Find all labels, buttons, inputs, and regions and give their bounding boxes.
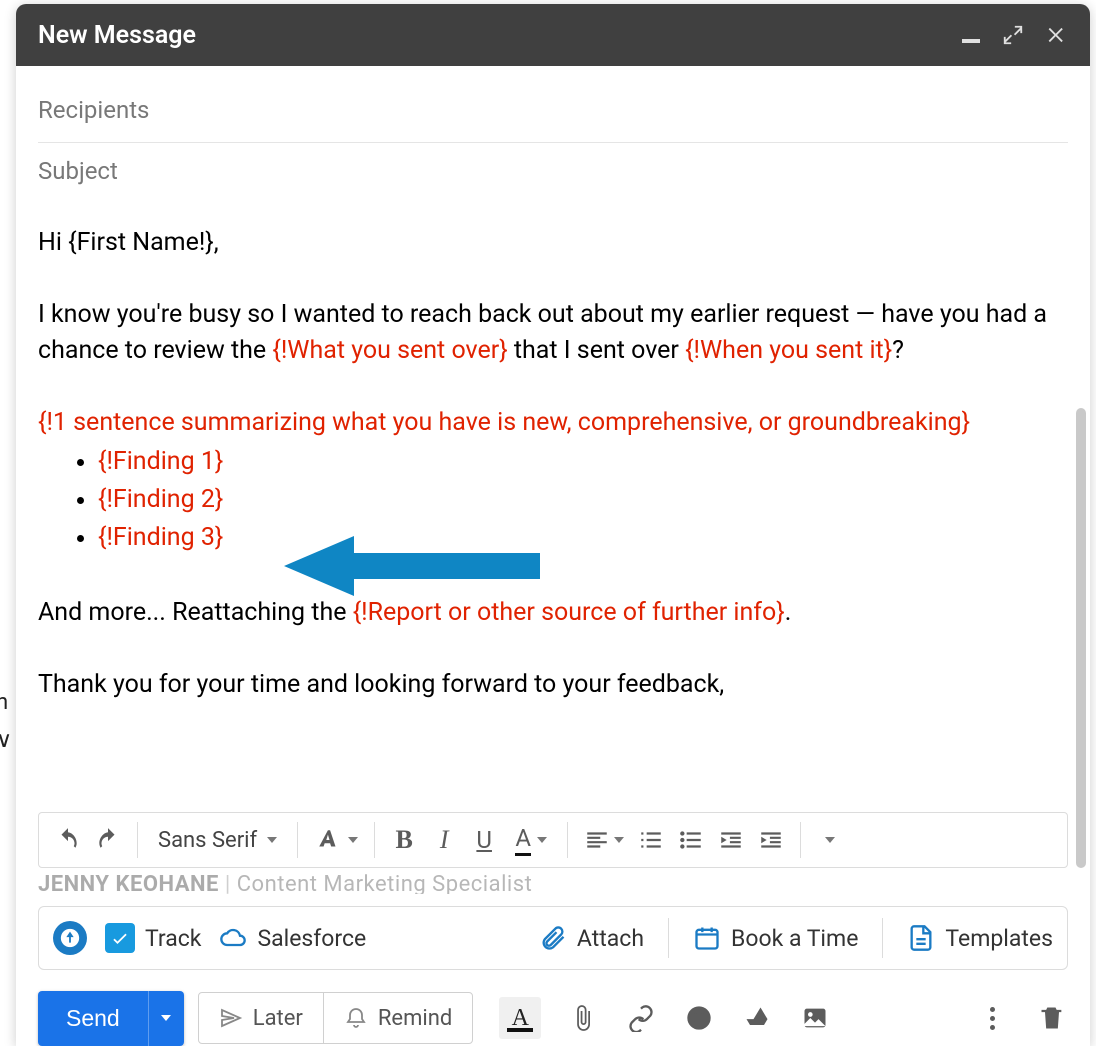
- chevron-down-icon: [825, 837, 835, 843]
- remind-label: Remind: [378, 1006, 452, 1031]
- compose-window: New Message Recipients Subject Hi {First…: [16, 4, 1090, 1046]
- attach-button[interactable]: Attach: [539, 924, 644, 952]
- paper-plane-icon: [219, 1006, 243, 1030]
- merge-field: {!1 sentence summarizing what you have i…: [38, 408, 970, 437]
- list-item: {!Finding 2}: [98, 481, 1068, 519]
- checkbox-checked-icon: [105, 923, 135, 953]
- underline-button[interactable]: U: [465, 820, 503, 860]
- send-button[interactable]: Send: [38, 991, 148, 1046]
- kebab-icon: [990, 1007, 995, 1030]
- attach-label: Attach: [577, 925, 644, 952]
- bell-icon: [344, 1006, 368, 1030]
- yesware-logo-icon[interactable]: [53, 921, 87, 955]
- chevron-down-icon: [267, 837, 277, 843]
- track-label: Track: [145, 925, 201, 952]
- body-text: And more... Reattaching the: [38, 598, 353, 627]
- titlebar: New Message: [16, 4, 1090, 66]
- scrollbar[interactable]: [1076, 408, 1086, 868]
- body-text: Hi: [38, 228, 68, 257]
- redo-button[interactable]: [89, 820, 127, 860]
- later-label: Later: [253, 1006, 303, 1031]
- paperclip-icon: [539, 924, 567, 952]
- window-title: New Message: [38, 21, 962, 50]
- book-time-button[interactable]: Book a Time: [693, 924, 858, 952]
- attach-file-button[interactable]: [567, 1002, 599, 1034]
- merge-field: {!When you sent it}: [685, 336, 892, 365]
- templates-button[interactable]: Templates: [907, 924, 1053, 952]
- close-icon[interactable]: [1046, 24, 1068, 46]
- findings-list: {!Finding 1} {!Finding 2} {!Finding 3}: [38, 443, 1068, 557]
- body-text: that I sent over: [508, 336, 685, 365]
- expand-icon[interactable]: [1002, 24, 1024, 46]
- numbered-list-button[interactable]: [632, 820, 670, 860]
- document-icon: [907, 924, 935, 952]
- merge-field: {!Finding 1}: [98, 447, 223, 476]
- chevron-down-icon: [537, 837, 547, 843]
- discard-button[interactable]: [1036, 1002, 1068, 1034]
- body-text: ,: [214, 228, 219, 257]
- send-later-button[interactable]: Later: [199, 993, 323, 1043]
- text-color-button[interactable]: A: [505, 820, 557, 860]
- merge-field: {!Finding 3}: [98, 523, 223, 552]
- send-options-button[interactable]: [148, 991, 184, 1046]
- more-options-button[interactable]: [976, 1002, 1008, 1034]
- font-size-button[interactable]: [308, 820, 364, 860]
- insert-link-button[interactable]: [625, 1002, 657, 1034]
- extension-toolbar: Track Salesforce Attach Book a Time Temp…: [38, 906, 1068, 970]
- remind-button[interactable]: Remind: [323, 993, 472, 1043]
- email-body[interactable]: Hi {First Name!}, I know you're busy so …: [16, 203, 1090, 773]
- align-button[interactable]: [578, 820, 630, 860]
- bullet-list-button[interactable]: [672, 820, 710, 860]
- merge-field: {First Name!}: [68, 228, 214, 257]
- cloud-icon: [219, 924, 247, 952]
- insert-drive-button[interactable]: [741, 1002, 773, 1034]
- send-row: Send Later Remind A: [38, 990, 1068, 1046]
- italic-button[interactable]: I: [425, 820, 463, 860]
- body-text: .: [785, 598, 792, 627]
- calendar-icon: [693, 924, 721, 952]
- signature-role: Content Marketing Specialist: [237, 872, 533, 894]
- track-toggle[interactable]: Track: [105, 923, 201, 953]
- chevron-down-icon: [614, 837, 624, 843]
- signature-preview: JENNY KEOHANE | Content Marketing Specia…: [38, 872, 1068, 894]
- formatting-options-button[interactable]: A: [499, 997, 541, 1039]
- salesforce-button[interactable]: Salesforce: [219, 924, 366, 952]
- body-text: ?: [892, 336, 904, 365]
- body-text: Thank you for your time and looking forw…: [38, 670, 724, 699]
- minimize-icon[interactable]: [962, 27, 980, 43]
- more-formatting-button[interactable]: [811, 820, 849, 860]
- indent-more-button[interactable]: [752, 820, 790, 860]
- undo-button[interactable]: [49, 820, 87, 860]
- font-family-button[interactable]: Sans Serif: [148, 828, 287, 853]
- font-family-label: Sans Serif: [158, 828, 257, 853]
- merge-field: {!Finding 2}: [98, 485, 223, 514]
- chevron-down-icon: [348, 837, 358, 843]
- cutoff-char: ∨: [0, 728, 12, 753]
- templates-label: Templates: [945, 925, 1053, 952]
- merge-field: {!What you sent over}: [272, 336, 507, 365]
- signature-name: JENNY KEOHANE: [38, 872, 219, 894]
- merge-field: {!Report or other source of further info…: [353, 598, 785, 627]
- list-item: {!Finding 3}: [98, 519, 1068, 557]
- salesforce-label: Salesforce: [257, 925, 366, 952]
- cutoff-char: n: [0, 690, 8, 715]
- recipients-field[interactable]: Recipients: [38, 82, 1068, 143]
- insert-photo-button[interactable]: [799, 1002, 831, 1034]
- book-label: Book a Time: [731, 925, 858, 952]
- indent-less-button[interactable]: [712, 820, 750, 860]
- list-item: {!Finding 1}: [98, 443, 1068, 481]
- subject-field[interactable]: Subject: [38, 143, 1068, 203]
- formatting-toolbar: Sans Serif B I U A: [38, 812, 1068, 868]
- chevron-down-icon: [161, 1015, 171, 1021]
- insert-emoji-button[interactable]: [683, 1002, 715, 1034]
- bold-button[interactable]: B: [385, 820, 423, 860]
